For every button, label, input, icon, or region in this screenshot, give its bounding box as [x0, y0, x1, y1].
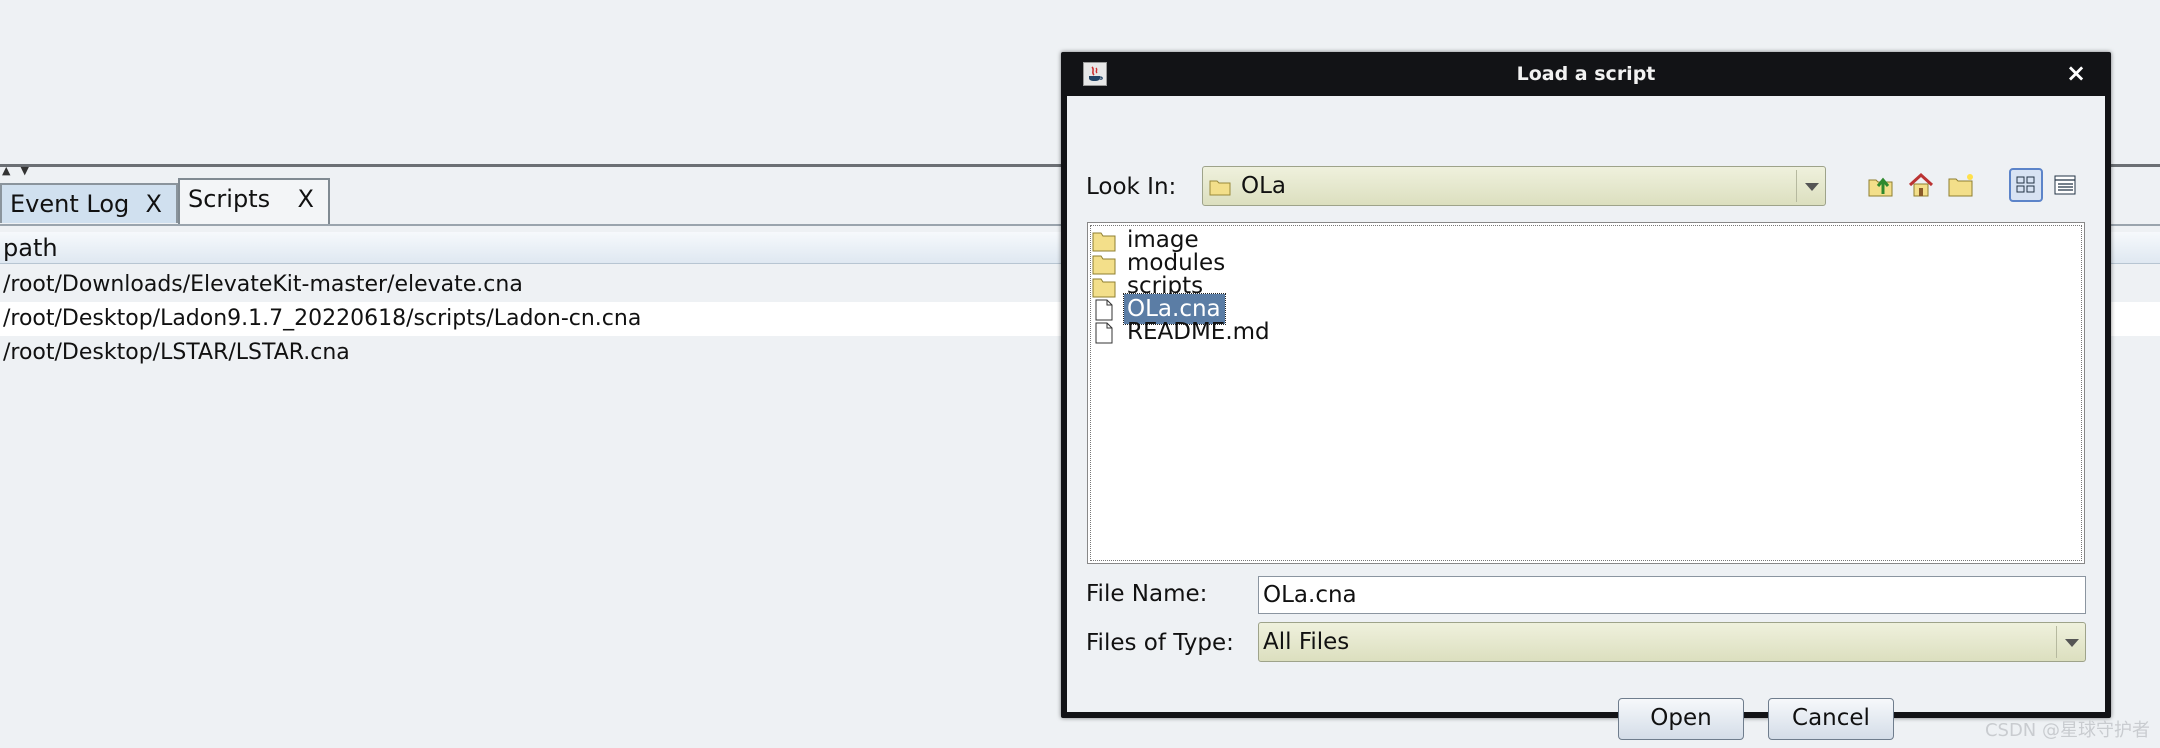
- file-name-input[interactable]: [1258, 576, 2086, 614]
- tab-scripts[interactable]: Scripts X: [178, 178, 330, 225]
- files-of-type-label: Files of Type:: [1086, 630, 1234, 656]
- file-name-label: File Name:: [1086, 581, 1208, 607]
- up-one-level-button[interactable]: [1864, 168, 1898, 202]
- tab-close-button[interactable]: X: [298, 180, 314, 218]
- file-list[interactable]: image modules scripts OLa.cna README.md: [1087, 222, 2085, 564]
- folder-icon: [1209, 180, 1231, 196]
- tab-close-button[interactable]: X: [146, 185, 162, 223]
- file-name: README.md: [1127, 319, 1270, 345]
- look-in-combo[interactable]: OLa: [1202, 166, 1826, 206]
- look-in-label: Look In:: [1086, 174, 1177, 200]
- open-button[interactable]: Open: [1618, 698, 1744, 740]
- home-icon: [1908, 172, 1934, 197]
- folder-icon: [1092, 255, 1116, 275]
- home-button[interactable]: [1904, 168, 1938, 202]
- folder-icon: [1092, 232, 1116, 252]
- split-arrows-icon[interactable]: ▲▼: [2, 165, 39, 176]
- file-icon: [1095, 299, 1113, 321]
- list-view-button[interactable]: [2009, 168, 2043, 202]
- tab-label: Scripts: [188, 185, 271, 213]
- details-view-icon: [2054, 175, 2076, 195]
- new-folder-icon: [1948, 174, 1973, 197]
- chevron-down-icon[interactable]: [1796, 170, 1825, 202]
- dialog-close-button[interactable]: ×: [2063, 58, 2089, 88]
- tab-label: Event Log: [10, 190, 130, 218]
- cancel-button[interactable]: Cancel: [1768, 698, 1894, 740]
- files-of-type-combo[interactable]: All Files: [1258, 622, 2086, 662]
- dialog-body: Look In: OLa image modules scripts OLa.c…: [1067, 96, 2105, 740]
- watermark: CSDN @星球守护者: [1984, 720, 2150, 741]
- new-folder-button[interactable]: [1944, 168, 1978, 202]
- dialog-titlebar[interactable]: Load a script ×: [1061, 52, 2111, 96]
- look-in-value: OLa: [1241, 173, 1287, 199]
- details-view-button[interactable]: [2048, 168, 2082, 202]
- list-view-icon: [2016, 176, 2035, 193]
- files-of-type-value: All Files: [1263, 629, 1350, 655]
- tab-event-log[interactable]: Event Log X: [0, 183, 178, 223]
- dialog-title: Load a script: [1516, 63, 1656, 85]
- up-folder-icon: [1868, 177, 1893, 197]
- folder-icon: [1092, 278, 1116, 298]
- chevron-down-icon[interactable]: [2056, 626, 2085, 658]
- load-script-dialog: Load a script × Look In: OLa image modul…: [1061, 52, 2111, 740]
- file-icon: [1095, 322, 1113, 344]
